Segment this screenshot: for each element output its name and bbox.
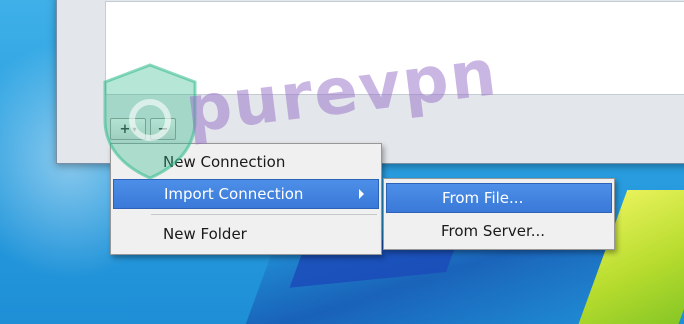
context-menu: New Connection Import Connection New Fol… [110,143,382,255]
submenu-item-label: From Server... [441,222,546,240]
menu-item-label: New Connection [163,153,286,171]
chevron-down-icon: ▾ [132,124,137,134]
submenu-item-label: From File... [442,189,524,207]
add-button[interactable]: + ▾ [110,118,146,140]
menu-separator [151,214,377,215]
submenu-item-from-server[interactable]: From Server... [386,217,612,245]
connection-list-panel[interactable] [105,1,684,95]
remove-button[interactable]: − [150,118,176,140]
menu-item-label: Import Connection [164,185,304,203]
plus-icon: + [119,121,131,137]
menu-item-new-connection[interactable]: New Connection [113,148,379,176]
submenu-item-from-file[interactable]: From File... [386,183,612,213]
connection-toolbar: + ▾ − [110,118,176,140]
menu-item-new-folder[interactable]: New Folder [113,220,379,248]
submenu-arrow-icon [359,189,364,199]
menu-item-import-connection[interactable]: Import Connection [113,179,379,209]
import-submenu: From File... From Server... [383,178,615,250]
minus-icon: − [157,121,169,137]
desktop-background: + ▾ − New Connection Import Connection N… [0,0,684,324]
menu-item-label: New Folder [163,225,247,243]
